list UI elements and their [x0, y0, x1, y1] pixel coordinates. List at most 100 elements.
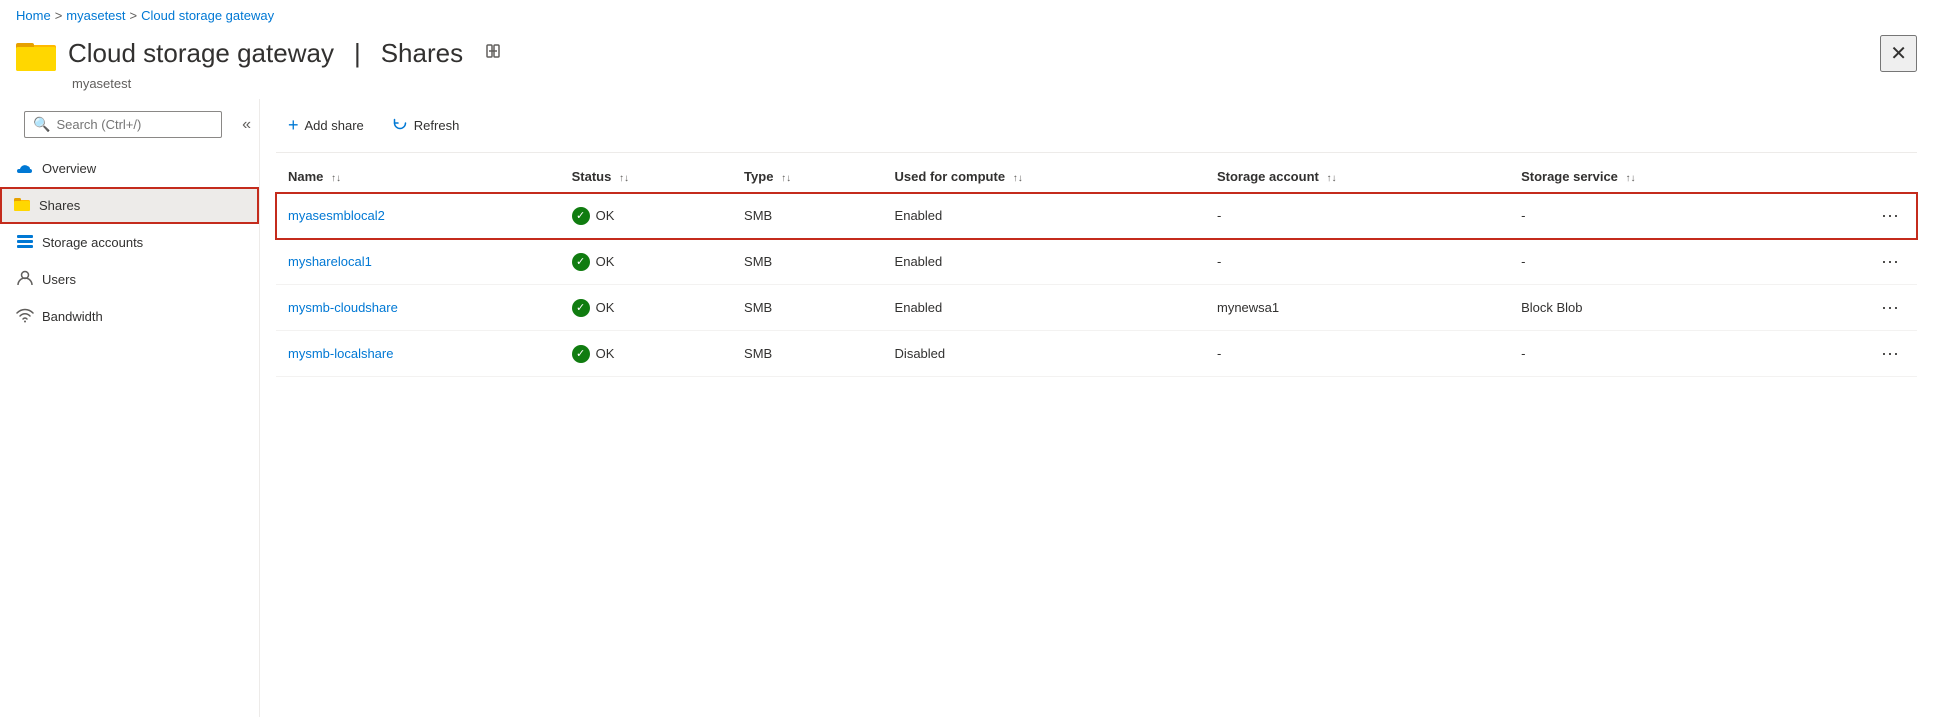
- table-row[interactable]: mysharelocal1✓OKSMBEnabled--···: [276, 239, 1917, 285]
- col-header-name[interactable]: Name ↑↓: [276, 161, 560, 193]
- cell-storage-account: -: [1205, 331, 1509, 377]
- breadcrumb: Home > myasetest > Cloud storage gateway: [0, 0, 1933, 31]
- cell-more: ···: [1803, 239, 1917, 285]
- col-header-status[interactable]: Status ↑↓: [560, 161, 732, 193]
- sidebar-item-shares[interactable]: Shares: [0, 187, 259, 224]
- col-header-actions: [1803, 161, 1917, 193]
- cell-name: mysmb-cloudshare: [276, 285, 560, 331]
- cell-used-for-compute: Enabled: [883, 239, 1205, 285]
- content-area: + Add share Refresh Name: [260, 99, 1933, 717]
- shares-table: Name ↑↓ Status ↑↓ Type ↑↓ Used for com: [276, 161, 1917, 377]
- cell-more: ···: [1803, 285, 1917, 331]
- sort-icon-type: ↑↓: [781, 173, 791, 184]
- sidebar: 🔍 « Overview Shares: [0, 99, 260, 717]
- header-divider: |: [354, 38, 361, 69]
- sidebar-item-label-storage: Storage accounts: [42, 235, 143, 250]
- check-icon: ✓: [572, 207, 590, 225]
- more-options-button[interactable]: ···: [1875, 295, 1905, 320]
- share-name-link[interactable]: myasesmblocal2: [288, 208, 385, 223]
- cell-type: SMB: [732, 285, 883, 331]
- col-header-storage-account[interactable]: Storage account ↑↓: [1205, 161, 1509, 193]
- cell-storage-account: -: [1205, 193, 1509, 239]
- refresh-icon: [392, 115, 408, 136]
- sidebar-item-label-bandwidth: Bandwidth: [42, 309, 103, 324]
- cell-used-for-compute: Enabled: [883, 285, 1205, 331]
- status-text: OK: [596, 300, 615, 315]
- check-icon: ✓: [572, 253, 590, 271]
- search-input[interactable]: [56, 117, 213, 132]
- wifi-icon: [16, 306, 34, 327]
- sort-icon-compute: ↑↓: [1013, 173, 1023, 184]
- add-share-button[interactable]: + Add share: [276, 109, 376, 142]
- status-text: OK: [596, 208, 615, 223]
- sort-icon-storage-service: ↑↓: [1626, 173, 1636, 184]
- sort-icon-storage-account: ↑↓: [1326, 173, 1336, 184]
- folder-icon: [16, 37, 56, 71]
- cell-used-for-compute: Enabled: [883, 193, 1205, 239]
- sidebar-item-storage-accounts[interactable]: Storage accounts: [0, 224, 259, 261]
- col-header-storage-service[interactable]: Storage service ↑↓: [1509, 161, 1802, 193]
- table-header-row: Name ↑↓ Status ↑↓ Type ↑↓ Used for com: [276, 161, 1917, 193]
- breadcrumb-home[interactable]: Home: [16, 8, 51, 23]
- share-name-link[interactable]: mysmb-cloudshare: [288, 300, 398, 315]
- folder-nav-icon: [13, 195, 31, 216]
- page-header: Cloud storage gateway | Shares ✕: [0, 31, 1933, 80]
- sidebar-item-label-overview: Overview: [42, 161, 96, 176]
- collapse-button[interactable]: «: [238, 112, 255, 138]
- cell-status: ✓ OK: [560, 331, 732, 377]
- refresh-label: Refresh: [414, 118, 460, 133]
- toolbar: + Add share Refresh: [276, 99, 1917, 153]
- search-row: 🔍 «: [0, 99, 259, 150]
- status-text: OK: [596, 254, 615, 269]
- cell-storage-service: -: [1509, 239, 1802, 285]
- sort-icon-name: ↑↓: [331, 173, 341, 184]
- cell-storage-account: -: [1205, 239, 1509, 285]
- more-options-button[interactable]: ···: [1875, 203, 1905, 228]
- person-icon: [16, 269, 34, 290]
- sort-icon-status: ↑↓: [619, 173, 629, 184]
- cell-storage-account: mynewsa1: [1205, 285, 1509, 331]
- cell-status: ✓ OK: [560, 239, 732, 285]
- storage-icon: [16, 232, 34, 253]
- share-name-link[interactable]: mysmb-localshare: [288, 346, 393, 361]
- table-row[interactable]: mysmb-cloudshare ✓ OK SMBEnabledmynewsa1Blo…: [276, 285, 1917, 331]
- sidebar-item-overview[interactable]: Overview: [0, 150, 259, 187]
- breadcrumb-resource[interactable]: myasetest: [66, 8, 125, 23]
- more-options-button[interactable]: ···: [1875, 341, 1905, 366]
- breadcrumb-current[interactable]: Cloud storage gateway: [141, 8, 274, 23]
- breadcrumb-sep1: >: [55, 8, 63, 23]
- pin-icon[interactable]: [483, 41, 503, 66]
- more-options-button[interactable]: ···: [1875, 249, 1905, 274]
- cell-type: SMB: [732, 193, 883, 239]
- share-name-link[interactable]: mysharelocal1: [288, 254, 372, 269]
- sidebar-item-label-shares: Shares: [39, 198, 80, 213]
- header-section: Shares: [381, 38, 463, 69]
- col-header-type[interactable]: Type ↑↓: [732, 161, 883, 193]
- search-icon: 🔍: [33, 116, 50, 133]
- check-icon: ✓: [572, 345, 590, 363]
- cell-type: SMB: [732, 239, 883, 285]
- status-text: OK: [596, 346, 615, 361]
- table-row[interactable]: myasesmblocal2✓OKSMBEnabled--···: [276, 193, 1917, 239]
- cell-name: mysmb-localshare: [276, 331, 560, 377]
- refresh-button[interactable]: Refresh: [380, 109, 472, 142]
- cloud-icon: [16, 158, 34, 179]
- cell-status: ✓ OK: [560, 285, 732, 331]
- cell-status: ✓ OK: [560, 193, 732, 239]
- cell-storage-service: Block Blob: [1509, 285, 1802, 331]
- check-icon: ✓: [572, 299, 590, 317]
- search-box[interactable]: 🔍: [24, 111, 222, 138]
- cell-more: ···: [1803, 331, 1917, 377]
- main-layout: 🔍 « Overview Shares: [0, 99, 1933, 717]
- col-header-used-for-compute[interactable]: Used for compute ↑↓: [883, 161, 1205, 193]
- page-title: Cloud storage gateway: [68, 38, 334, 69]
- table-row[interactable]: mysmb-localshare✓OKSMBDisabled--···: [276, 331, 1917, 377]
- add-icon: +: [288, 115, 299, 136]
- cell-used-for-compute: Disabled: [883, 331, 1205, 377]
- cell-storage-service: -: [1509, 193, 1802, 239]
- cell-name: myasesmblocal2: [276, 193, 560, 239]
- sidebar-item-users[interactable]: Users: [0, 261, 259, 298]
- resource-subtitle: myasetest: [0, 76, 1933, 91]
- sidebar-item-bandwidth[interactable]: Bandwidth: [0, 298, 259, 335]
- close-button[interactable]: ✕: [1880, 35, 1917, 72]
